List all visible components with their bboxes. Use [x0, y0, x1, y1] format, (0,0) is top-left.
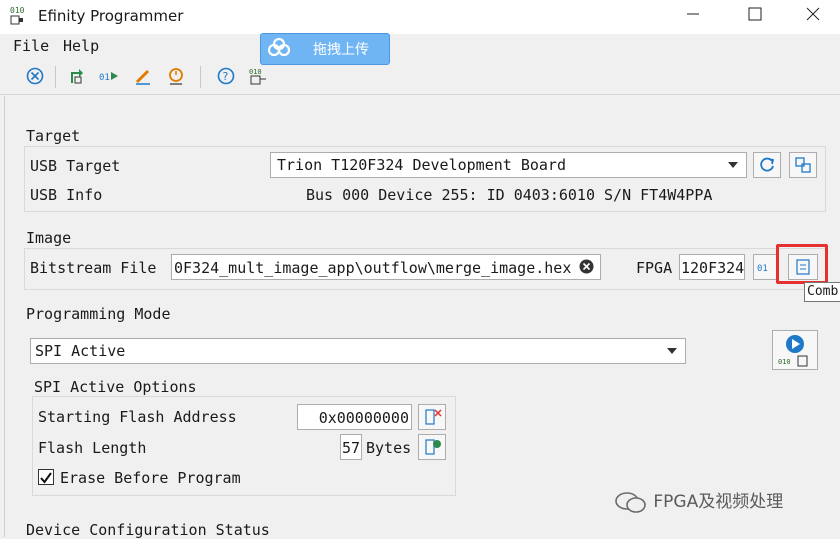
clear-address-button[interactable] — [418, 404, 446, 430]
timer-icon[interactable] — [166, 66, 186, 86]
cancel-icon[interactable] — [25, 66, 45, 86]
usb-target-label: USB Target — [30, 157, 121, 175]
program-output-icon[interactable]: 01 — [99, 66, 119, 86]
title-bar: 010 Efinity Programmer — [0, 0, 840, 34]
target-section-label: Target — [26, 127, 81, 145]
app-icon: 010 — [10, 6, 32, 28]
usb-target-value: Trion T120F324 Development Board — [277, 156, 566, 174]
flash-programmer-icon[interactable]: 010 — [248, 66, 268, 86]
close-button[interactable] — [790, 0, 836, 34]
starting-flash-address-label: Starting Flash Address — [38, 408, 237, 426]
help-icon[interactable]: ? — [216, 66, 236, 86]
starting-flash-address-value: 0x00000000 — [318, 409, 409, 427]
refresh-usb-button[interactable] — [753, 152, 781, 178]
toolbar — [0, 60, 840, 95]
device-config-status-label: Device Configuration Status — [26, 521, 270, 539]
wechat-icon — [615, 492, 646, 513]
chevron-down-icon — [667, 348, 677, 354]
window-title: Efinity Programmer — [38, 7, 184, 25]
programming-mode-select[interactable]: SPI Active — [30, 338, 686, 364]
bitstream-file-label: Bitstream File — [30, 259, 157, 277]
toolbar-separator — [200, 66, 201, 88]
fpga-value: 120F324 — [681, 259, 745, 277]
svg-text:?: ? — [223, 70, 229, 83]
watermark-text: FPGA及视频处理 — [653, 492, 784, 512]
bitstream-file-value: 0F324_mult_image_app\outflow\merge_image… — [174, 259, 572, 277]
spi-active-options-label: SPI Active Options — [34, 378, 197, 396]
clear-icon[interactable] — [579, 259, 594, 278]
svg-text:01: 01 — [757, 264, 768, 274]
menu-help[interactable]: Help — [63, 37, 99, 55]
programming-mode-section-label: Programming Mode — [26, 305, 171, 323]
select-bitstream-button[interactable]: 01 — [753, 254, 777, 280]
menu-file[interactable]: File — [13, 37, 49, 55]
cloud-upload-icon — [267, 37, 291, 58]
usb-info-value: Bus 000 Device 255: ID 0403:6010 S/N FT4… — [306, 186, 713, 204]
flash-length-unit: Bytes — [366, 439, 412, 457]
svg-text:010: 010 — [249, 68, 262, 76]
flash-length-field[interactable]: 57 — [340, 434, 362, 460]
starting-flash-address-field[interactable]: 0x00000000 — [297, 404, 412, 430]
svg-text:010: 010 — [778, 358, 791, 366]
flash-length-label: Flash Length — [38, 439, 147, 457]
flash-length-value: 57 — [341, 439, 360, 457]
refresh-target-icon[interactable] — [66, 66, 86, 86]
programming-mode-value: SPI Active — [35, 342, 126, 360]
erase-before-program-label: Erase Before Program — [60, 469, 241, 487]
usb-target-select[interactable]: Trion T120F324 Development Board — [270, 152, 747, 178]
highlight-box — [776, 244, 828, 284]
svg-text:01: 01 — [99, 73, 110, 83]
program-start-button[interactable]: 010 — [772, 330, 818, 370]
usb-info-label: USB Info — [30, 186, 103, 204]
tooltip: Comb — [804, 282, 840, 302]
chevron-down-icon — [728, 162, 738, 168]
image-section-label: Image — [26, 229, 72, 247]
watermark: FPGA及视频处理 — [614, 487, 783, 513]
drag-upload-label: 拖拽上传 — [313, 42, 369, 58]
fpga-field[interactable]: 120F324 — [679, 254, 745, 280]
compute-length-button[interactable] — [418, 434, 446, 460]
edit-icon[interactable] — [133, 66, 153, 86]
minimize-button[interactable] — [670, 0, 716, 34]
erase-before-program-checkbox[interactable] — [38, 469, 54, 485]
bitstream-file-field[interactable]: 0F324_mult_image_app\outflow\merge_image… — [171, 254, 601, 280]
maximize-button[interactable] — [732, 0, 778, 34]
menu-bar — [0, 34, 840, 58]
usb-device-select-button[interactable] — [789, 152, 817, 178]
toolbar-separator — [55, 66, 56, 88]
fpga-label: FPGA — [636, 259, 673, 277]
